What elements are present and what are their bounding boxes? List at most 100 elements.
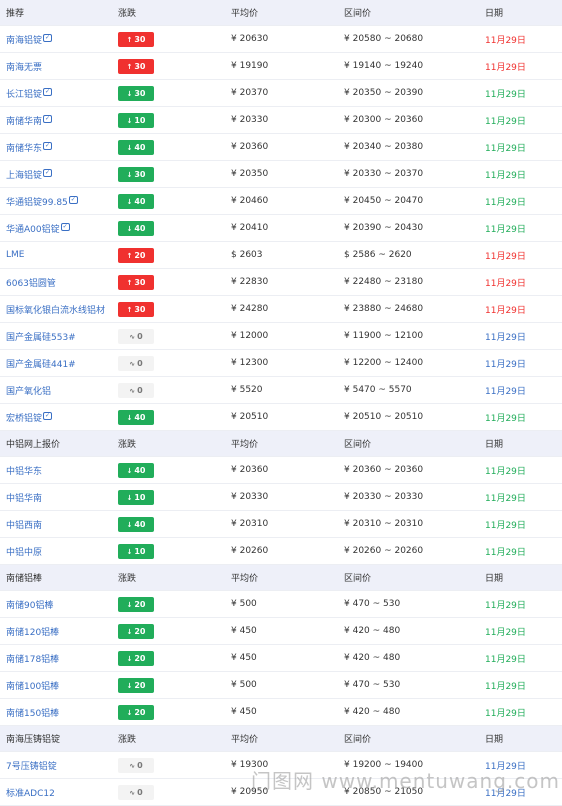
product-link[interactable]: 上海铝锭 [6, 171, 42, 181]
column-date: 日期 [485, 574, 504, 584]
product-link[interactable]: 南储华南 [6, 117, 42, 127]
up-arrow-icon: ↑ [126, 35, 133, 44]
column-date: 日期 [485, 735, 504, 745]
product-link[interactable]: 南储100铝棒 [6, 682, 59, 692]
date: 11月29日 [485, 493, 526, 504]
change-badge: ↓ 40 [118, 516, 154, 532]
verified-icon: ✓ [43, 168, 53, 177]
column-avg: 平均价 [231, 9, 259, 19]
product-link[interactable]: 南储150铝棒 [6, 709, 59, 719]
avg-price: ¥ 20410 [231, 223, 269, 233]
table-row: 中铝中原 ↓ 10 ¥ 20260 ¥ 20260 ~ 20260 11月29日 [0, 538, 562, 565]
product-link[interactable]: 中铝华南 [6, 494, 42, 504]
section-header: 南海压铸铝锭 涨跌 平均价 区间价 日期 [0, 726, 562, 752]
product-link[interactable]: 长江铝锭 [6, 90, 42, 100]
product-link[interactable]: 南储华东 [6, 144, 42, 154]
verified-icon: ✓ [43, 33, 53, 42]
down-arrow-icon: ↓ [126, 681, 133, 690]
avg-price: ¥ 12300 [231, 358, 269, 368]
change-value: 10 [134, 115, 146, 125]
avg-price: ¥ 20370 [231, 88, 269, 98]
column-range: 区间价 [344, 440, 372, 450]
avg-price: ¥ 20360 [231, 465, 269, 475]
product-link[interactable]: LME [6, 250, 24, 260]
avg-price: ¥ 5520 [231, 385, 263, 395]
price-range: ¥ 20450 ~ 20470 [344, 196, 424, 206]
avg-price: ¥ 20310 [231, 519, 269, 529]
down-arrow-icon: ↓ [126, 654, 133, 663]
table-row: 国标氧化银白流水线铝材 ↑ 30 ¥ 24280 ¥ 23880 ~ 24680 … [0, 296, 562, 323]
product-link[interactable]: 国产金属硅553# [6, 333, 76, 343]
price-range: ¥ 20350 ~ 20390 [344, 88, 424, 98]
change-badge: ↓ 20 [118, 704, 154, 720]
price-range: ¥ 470 ~ 530 [344, 680, 401, 690]
section-header: 推荐 涨跌 平均价 区间价 日期 [0, 0, 562, 26]
down-arrow-icon: ↓ [126, 627, 133, 636]
product-link[interactable]: 国标氧化银白流水线铝材 [6, 306, 105, 316]
date: 11月29日 [485, 332, 526, 343]
change-value: 0 [137, 385, 143, 395]
table-row: 中铝西南 ↓ 40 ¥ 20310 ¥ 20310 ~ 20310 11月29日 [0, 511, 562, 538]
column-avg: 平均价 [231, 735, 259, 745]
product-link[interactable]: 南储178铝棒 [6, 655, 59, 665]
change-value: 0 [137, 358, 143, 368]
section-header: 南储铝棒 涨跌 平均价 区间价 日期 [0, 565, 562, 591]
price-range: ¥ 20340 ~ 20380 [344, 142, 424, 152]
product-link[interactable]: 国产金属硅441# [6, 360, 76, 370]
table-row: 南海无票 ↑ 30 ¥ 19190 ¥ 19140 ~ 19240 11月29日 [0, 53, 562, 80]
product-link[interactable]: 国产氧化铝 [6, 387, 51, 397]
change-badge: ∿ 0 [118, 355, 154, 371]
change-value: 0 [137, 760, 143, 770]
price-range: ¥ 20330 ~ 20370 [344, 169, 424, 179]
price-range: ¥ 420 ~ 480 [344, 653, 401, 663]
product-link[interactable]: 中铝中原 [6, 548, 42, 558]
price-table: 推荐 涨跌 平均价 区间价 日期 南海铝锭 ✓ ↑ 30 ¥ 20630 ¥ 2058… [0, 0, 562, 806]
change-badge: ↑ 30 [118, 301, 154, 317]
product-link[interactable]: 中铝华东 [6, 467, 42, 477]
change-badge: ∿ 0 [118, 328, 154, 344]
product-link[interactable]: 标准ADC12 [6, 789, 55, 799]
section-header: 中铝网上报价 涨跌 平均价 区间价 日期 [0, 431, 562, 457]
verified-icon: ✓ [60, 222, 70, 231]
change-badge: ↑ 30 [118, 31, 154, 47]
change-badge: ↓ 20 [118, 596, 154, 612]
date: 11月29日 [485, 547, 526, 558]
avg-price: ¥ 20350 [231, 169, 269, 179]
price-range: ¥ 20260 ~ 20260 [344, 546, 424, 556]
table-row: 中铝华东 ↓ 40 ¥ 20360 ¥ 20360 ~ 20360 11月29日 [0, 457, 562, 484]
product-link[interactable]: 华通铝锭99.85 [6, 198, 68, 208]
product-link[interactable]: 7号压铸铝锭 [6, 762, 57, 772]
product-link[interactable]: 华通A00铝锭 [6, 225, 60, 235]
date: 11月29日 [485, 654, 526, 665]
product-link[interactable]: 南储120铝棒 [6, 628, 59, 638]
table-row: 南储120铝棒 ↓ 20 ¥ 450 ¥ 420 ~ 480 11月29日 [0, 618, 562, 645]
avg-price: ¥ 450 [231, 626, 257, 636]
verified-icon: ✓ [43, 141, 53, 150]
price-range: ¥ 20360 ~ 20360 [344, 465, 424, 475]
down-arrow-icon: ↓ [126, 116, 133, 125]
table-row: 国产氧化铝 ∿ 0 ¥ 5520 ¥ 5470 ~ 5570 11月29日 [0, 377, 562, 404]
column-date: 日期 [485, 440, 504, 450]
table-row: 国产金属硅553# ∿ 0 ¥ 12000 ¥ 11900 ~ 12100 11月… [0, 323, 562, 350]
avg-price: ¥ 19190 [231, 61, 269, 71]
change-value: 0 [137, 331, 143, 341]
down-arrow-icon: ↓ [126, 170, 133, 179]
date: 11月29日 [485, 143, 526, 154]
avg-price: ¥ 20360 [231, 142, 269, 152]
product-link[interactable]: 南海无票 [6, 63, 42, 73]
column-avg: 平均价 [231, 440, 259, 450]
product-link[interactable]: 宏桥铝锭 [6, 414, 42, 424]
date: 11月29日 [485, 413, 526, 424]
product-link[interactable]: 南储90铝棒 [6, 601, 53, 611]
date: 11月29日 [485, 359, 526, 370]
product-link[interactable]: 南海铝锭 [6, 36, 42, 46]
product-link[interactable]: 6063铝圆管 [6, 279, 56, 289]
change-value: 20 [134, 680, 146, 690]
price-range: $ 2586 ~ 2620 [344, 250, 412, 260]
date: 11月29日 [485, 89, 526, 100]
product-link[interactable]: 中铝西南 [6, 521, 42, 531]
table-row: 南储华东 ✓ ↓ 40 ¥ 20360 ¥ 20340 ~ 20380 11月29日 [0, 134, 562, 161]
price-range: ¥ 420 ~ 480 [344, 626, 401, 636]
date: 11月29日 [485, 35, 526, 46]
down-arrow-icon: ↓ [126, 197, 133, 206]
